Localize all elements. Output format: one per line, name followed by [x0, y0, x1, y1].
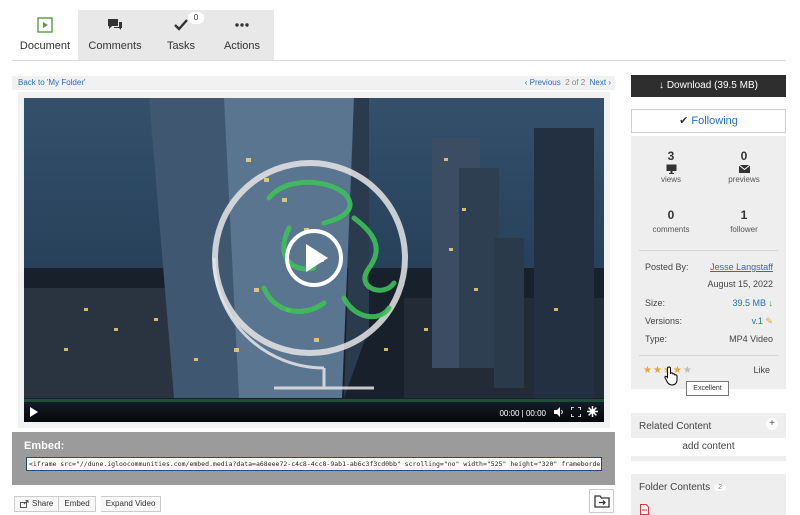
- hand-cursor-icon: [664, 366, 678, 386]
- pdf-file-icon[interactable]: [640, 504, 649, 515]
- following-button[interactable]: ✔ Following: [631, 109, 786, 133]
- size-row: Size: 39.5 MB ↓: [645, 298, 773, 308]
- tabs-divider: [12, 60, 786, 61]
- share-label: Share: [32, 499, 54, 508]
- tab-label: Document: [19, 40, 71, 52]
- checkmark-icon: 0: [174, 12, 204, 34]
- following-label: Following: [691, 115, 738, 127]
- like-button[interactable]: Like: [753, 365, 770, 375]
- views-label: views: [660, 175, 681, 184]
- tab-comments[interactable]: Comments: [78, 10, 152, 60]
- type-label: Type:: [645, 334, 668, 344]
- size-label: Size:: [645, 298, 666, 308]
- embed-code-field[interactable]: <iframe src="//dune.igloocommunities.com…: [26, 457, 602, 471]
- fullscreen-icon[interactable]: [571, 407, 581, 417]
- star-icon[interactable]: ★: [683, 365, 692, 376]
- next-link[interactable]: Next ›: [590, 78, 611, 87]
- video-actions: Share Embed Expand Video: [14, 496, 162, 512]
- size-value: 39.5 MB ↓: [732, 298, 773, 308]
- previous-link[interactable]: ‹ Previous: [525, 78, 561, 87]
- folder-contents-label: Folder Contents: [639, 482, 711, 493]
- folder-count-badge: 2: [714, 483, 727, 491]
- related-content-panel: Related Content + add content: [631, 413, 786, 461]
- pencil-icon[interactable]: ✎: [765, 316, 773, 326]
- previews-count: 0: [740, 149, 748, 163]
- embed-button-label: Embed: [64, 499, 90, 508]
- checkmark-icon: ✔: [679, 115, 689, 127]
- followers-stat: 1 follower: [709, 208, 779, 234]
- previews-label: previews: [728, 175, 760, 184]
- tab-label: Actions: [223, 40, 261, 52]
- followers-count: 1: [740, 208, 748, 222]
- monitor-icon: [636, 163, 706, 175]
- expand-video-button[interactable]: Expand Video: [100, 496, 162, 512]
- download-arrow-icon: ↓: [659, 80, 665, 91]
- video-controls: 00:00 | 00:00: [24, 402, 604, 422]
- download-button[interactable]: ↓ Download (39.5 MB): [631, 75, 786, 97]
- pager: ‹ Previous 2 of 2 Next ›: [525, 76, 611, 90]
- size-link[interactable]: 39.5 MB: [732, 298, 766, 308]
- envelope-icon: [709, 163, 779, 175]
- share-button[interactable]: Share: [14, 496, 60, 512]
- comments-stat: 0 comments: [636, 208, 706, 234]
- page-indicator: 2 of 2: [565, 78, 586, 87]
- posted-date: August 15, 2022: [707, 279, 773, 289]
- play-icon[interactable]: [30, 407, 38, 417]
- previews-stat: 0 previews: [709, 149, 779, 184]
- rating-tooltip: Excellent: [686, 381, 729, 396]
- document-icon: [37, 16, 53, 34]
- star-icon[interactable]: ★: [643, 365, 652, 376]
- folder-move-icon: [593, 495, 610, 508]
- add-related-icon[interactable]: +: [766, 418, 778, 430]
- embed-label: Embed:: [24, 440, 65, 452]
- video-thumbnail: [24, 98, 604, 422]
- volume-icon[interactable]: [554, 407, 564, 417]
- page-root: Document Comments 0 Tasks Actions Back t…: [0, 0, 800, 515]
- posted-by-row: Posted By: Jesse Langstaff: [645, 262, 773, 272]
- folder-contents-panel: Folder Contents 2: [631, 474, 786, 515]
- download-label: Download (39.5 MB): [666, 80, 758, 91]
- tab-document[interactable]: Document: [12, 10, 78, 60]
- ellipsis-icon: [235, 16, 249, 34]
- comments-icon: [107, 16, 123, 34]
- video-timecode: 00:00 | 00:00: [499, 409, 546, 418]
- video-frame: 00:00 | 00:00: [18, 92, 610, 428]
- tasks-count-badge: 0: [188, 12, 204, 24]
- folder-contents-title: Folder Contents 2: [639, 482, 727, 493]
- type-row: Type: MP4 Video: [645, 334, 773, 344]
- video-player[interactable]: 00:00 | 00:00: [24, 98, 604, 422]
- type-value: MP4 Video: [729, 334, 773, 344]
- document-tabs: Document Comments 0 Tasks Actions: [12, 10, 274, 60]
- star-icon[interactable]: ★: [653, 365, 662, 376]
- versions-link[interactable]: v.1: [752, 316, 763, 326]
- author-link[interactable]: Jesse Langstaff: [710, 262, 773, 272]
- meta-divider: [639, 355, 778, 356]
- stats-divider: [639, 250, 778, 251]
- document-nav: Back to 'My Folder' ‹ Previous 2 of 2 Ne…: [12, 76, 615, 90]
- settings-icon[interactable]: [587, 406, 598, 417]
- versions-label: Versions:: [645, 316, 683, 326]
- share-icon: [20, 500, 29, 508]
- tab-tasks[interactable]: 0 Tasks: [152, 10, 210, 60]
- embed-panel: Embed: <iframe src="//dune.igloocommunit…: [12, 432, 615, 485]
- add-content-button[interactable]: add content: [631, 438, 786, 456]
- versions-value: v.1 ✎: [752, 316, 773, 327]
- versions-row: Versions: v.1 ✎: [645, 316, 773, 326]
- followers-label: follower: [730, 225, 758, 234]
- tab-label: Tasks: [166, 40, 196, 52]
- document-stats-panel: 3 views 0 previews 0 comments 1 follower…: [631, 136, 786, 389]
- tab-actions[interactable]: Actions: [210, 10, 274, 60]
- posted-by-label: Posted By:: [645, 262, 689, 272]
- views-count: 3: [667, 149, 675, 163]
- tab-label: Comments: [88, 40, 142, 52]
- download-small-icon[interactable]: ↓: [769, 298, 774, 308]
- back-to-folder-link[interactable]: Back to 'My Folder': [18, 76, 86, 90]
- comments-count: 0: [667, 208, 675, 222]
- expand-video-label: Expand Video: [105, 499, 156, 508]
- views-stat: 3 views: [636, 149, 706, 184]
- embed-button[interactable]: Embed: [59, 496, 96, 512]
- related-content-title: Related Content: [639, 421, 712, 432]
- move-to-folder-button[interactable]: [589, 489, 614, 513]
- comments-label: comments: [652, 225, 690, 234]
